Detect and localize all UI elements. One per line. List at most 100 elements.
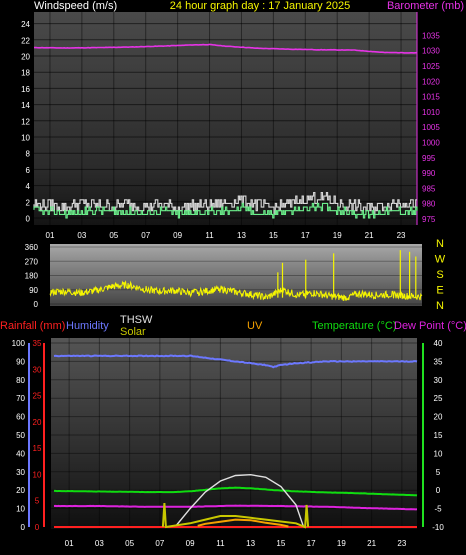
humidity-tick-label: 70: [16, 394, 25, 403]
barometer-tick-label: 975: [422, 215, 436, 224]
windspeed-tick-label: 24: [21, 20, 30, 29]
windspeed-tick-label: 8: [26, 150, 31, 159]
barometer-tick-label: 1030: [422, 47, 440, 56]
temperature-tick-label: 5: [436, 468, 441, 477]
direction-compass-axis: NWSEN: [435, 238, 446, 312]
weather-24h-chart: Windspeed (m/s) 24 hour graph day : 17 J…: [0, 0, 466, 548]
temperature-tick-label: 10: [434, 449, 443, 458]
legend-solar: Solar: [120, 326, 146, 338]
humidity-tick-label: 30: [16, 468, 25, 477]
temperature-tick-label: -5: [434, 505, 442, 514]
rainfall-tick-label: 35: [33, 339, 42, 348]
climate-x-tick-label: 17: [307, 539, 316, 548]
wind-x-tick-label: 05: [109, 231, 118, 240]
direction-tick-label: 0: [34, 300, 39, 309]
windspeed-tick-label: 12: [21, 117, 30, 126]
barometer-tick-label: 1020: [422, 77, 440, 86]
wind-x-tick-label: 23: [397, 231, 406, 240]
humidity-tick-label: 10: [16, 505, 25, 514]
wind-x-tick-label: 13: [237, 231, 246, 240]
temperature-tick-label: 0: [436, 486, 441, 495]
temperature-tick-label: 35: [434, 357, 443, 366]
wind-x-tick-label: 17: [301, 231, 310, 240]
climate-x-tick-label: 07: [155, 539, 164, 548]
barometer-tick-label: 1010: [422, 108, 440, 117]
climate-panel: [51, 338, 417, 529]
rainfall-tick-label: 10: [33, 470, 42, 479]
direction-tick-label: 90: [29, 286, 38, 295]
windspeed-tick-label: 18: [21, 69, 30, 78]
climate-x-tick-label: 15: [276, 539, 285, 548]
climate-x-tick-label: 23: [397, 539, 406, 548]
rainfall-tick-label: 0: [35, 523, 40, 532]
climate-x-tick-label: 19: [337, 539, 346, 548]
legend-rainfall: Rainfall (mm): [0, 320, 65, 332]
legend-humidity: Humidity: [66, 320, 109, 332]
wind-x-tick-label: 19: [333, 231, 342, 240]
compass-label: W: [435, 254, 446, 266]
climate-x-tick-label: 05: [125, 539, 134, 548]
barometer-tick-label: 985: [422, 184, 436, 193]
rainfall-tick-label: 15: [33, 444, 42, 453]
wind-x-tick-label: 03: [77, 231, 86, 240]
barometer-axis-title: Barometer (mb): [387, 0, 464, 12]
climate-x-tick-label: 03: [95, 539, 104, 548]
barometer-tick-label: 1015: [422, 93, 440, 102]
humidity-tick-label: 60: [16, 413, 25, 422]
barometer-tick-label: 995: [422, 154, 436, 163]
humidity-tick-label: 90: [16, 357, 25, 366]
direction-tick-label: 270: [25, 257, 39, 266]
climate-x-tick-label: 21: [367, 539, 376, 548]
wind-x-tick-label: 09: [173, 231, 182, 240]
rainfall-tick-label: 5: [35, 497, 40, 506]
humidity-tick-label: 50: [16, 431, 25, 440]
humidity-tick-label: 40: [16, 449, 25, 458]
barometer-tick-label: 1025: [422, 62, 440, 71]
barometer-tick-label: 1005: [422, 123, 440, 132]
windspeed-axis-title: Windspeed (m/s): [34, 0, 117, 12]
wind-x-tick-label: 01: [46, 231, 55, 240]
wind-x-tick-label: 11: [205, 231, 214, 240]
climate-x-tick-label: 09: [186, 539, 195, 548]
humidity-tick-label: 80: [16, 376, 25, 385]
climate-x-tick-label: 13: [246, 539, 255, 548]
rainfall-tick-label: 25: [33, 392, 42, 401]
wind-x-tick-label: 15: [269, 231, 278, 240]
windspeed-tick-label: 16: [21, 85, 30, 94]
rainfall-tick-label: 20: [33, 418, 42, 427]
windspeed-tick-label: 20: [21, 53, 30, 62]
legend-dew-point: Dew Point (°C): [394, 320, 466, 332]
barometer-tick-label: 980: [422, 200, 436, 209]
chart-title: 24 hour graph day : 17 January 2025: [170, 0, 350, 12]
legend-thsw: THSW: [120, 314, 153, 326]
legend-uv: UV: [247, 320, 263, 332]
windspeed-tick-label: 14: [21, 101, 30, 110]
temperature-tick-label: 30: [434, 376, 443, 385]
wind-x-tick-label: 07: [141, 231, 150, 240]
humidity-tick-label: 100: [12, 339, 26, 348]
climate-x-tick-label: 01: [65, 539, 74, 548]
compass-label: S: [436, 269, 443, 281]
weather-graph-page: Windspeed (m/s) 24 hour graph day : 17 J…: [0, 0, 466, 555]
compass-label: E: [436, 285, 443, 297]
temperature-tick-label: 25: [434, 394, 443, 403]
temperature-tick-label: 40: [434, 339, 443, 348]
barometer-tick-label: 1035: [422, 31, 440, 40]
windspeed-tick-label: 0: [26, 215, 31, 224]
climate-x-tick-label: 11: [216, 539, 225, 548]
windspeed-tick-label: 4: [26, 182, 31, 191]
temperature-tick-label: 15: [434, 431, 443, 440]
compass-label: N: [436, 300, 444, 312]
barometer-tick-label: 990: [422, 169, 436, 178]
direction-tick-label: 360: [25, 243, 39, 252]
humidity-tick-label: 20: [16, 486, 25, 495]
windspeed-tick-label: 2: [26, 198, 31, 207]
humidity-tick-label: 0: [21, 523, 26, 532]
windspeed-tick-label: 10: [21, 134, 30, 143]
compass-label: N: [436, 238, 444, 250]
legend-temperature: Temperature (°C): [312, 320, 396, 332]
wind-panel: [34, 12, 417, 225]
wind-x-tick-label: 21: [365, 231, 374, 240]
temperature-tick-label: 20: [434, 413, 443, 422]
windspeed-tick-label: 6: [26, 166, 31, 175]
